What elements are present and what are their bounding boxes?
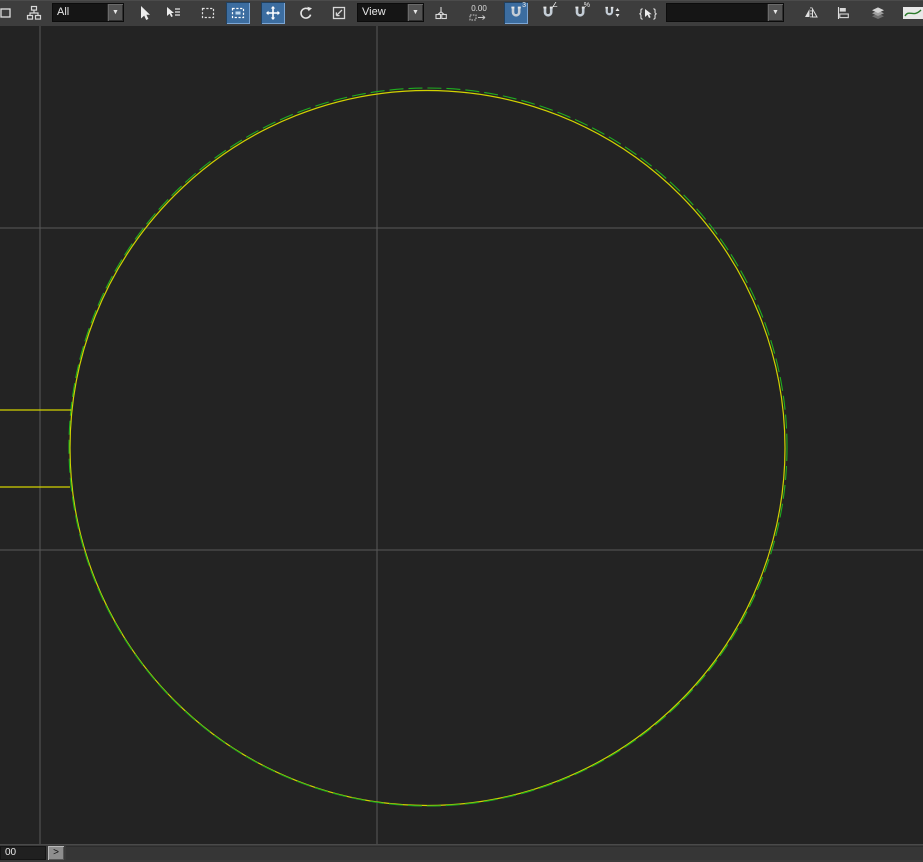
select-by-name-button[interactable] xyxy=(161,2,185,24)
toolbar-cropped-button[interactable] xyxy=(0,2,12,24)
cursor-arrow-icon xyxy=(141,6,150,20)
rotate-icon xyxy=(300,6,312,19)
main-toolbar: All ▼ View ▼ 0.00 3 ∠ % {} ▼ xyxy=(0,0,923,27)
application-window: All ▼ View ▼ 0.00 3 ∠ % {} ▼ 00 > xyxy=(0,0,923,862)
curve-editor-icon xyxy=(903,7,923,19)
coord-system-value: View xyxy=(362,6,386,18)
mirror-icon xyxy=(805,7,818,19)
layer-manager-button[interactable] xyxy=(866,2,890,24)
snaps-toggle-3d-button[interactable]: 3 xyxy=(504,2,528,24)
chevron-down-icon: ▼ xyxy=(772,9,779,16)
percent-snap-toggle-button[interactable]: % xyxy=(568,2,592,24)
dashed-rectangle-icon xyxy=(201,7,215,19)
select-and-rotate-button[interactable] xyxy=(294,2,318,24)
percent-snap-superscript: % xyxy=(583,2,590,9)
named-selection-dropdown[interactable]: ▼ xyxy=(666,3,784,22)
select-by-name-icon xyxy=(167,7,180,17)
mirror-button[interactable] xyxy=(799,2,823,24)
select-and-scale-button[interactable] xyxy=(327,2,351,24)
pivot-center-icon xyxy=(435,7,447,20)
brace-close-icon: } xyxy=(653,6,658,20)
window-crossing-toggle-button[interactable] xyxy=(226,2,250,24)
scale-icon xyxy=(332,6,346,20)
align-icon xyxy=(837,7,849,19)
prompt-button[interactable]: > xyxy=(48,846,64,860)
coord-system-dropdown-arrow[interactable]: ▼ xyxy=(407,4,423,21)
spinner-snap-toggle-button[interactable] xyxy=(600,2,624,24)
named-selection-dropdown-arrow[interactable]: ▼ xyxy=(767,4,783,21)
angle-snap-toggle-button[interactable]: ∠ xyxy=(536,2,560,24)
angle-snap-superscript: ∠ xyxy=(551,2,558,9)
reference-coordinate-system-dropdown[interactable]: View ▼ xyxy=(357,3,424,22)
selection-filter-dropdown-arrow[interactable]: ▼ xyxy=(107,4,123,21)
snap-3d-superscript: 3 xyxy=(522,2,526,9)
select-and-move-button[interactable] xyxy=(261,2,285,24)
viewport-canvas[interactable] xyxy=(0,26,923,845)
snap-offset-control[interactable]: 0.00 xyxy=(461,2,497,24)
move-arrows-icon xyxy=(266,6,280,20)
schematic-view-button[interactable] xyxy=(22,2,46,24)
status-bar: 00 > xyxy=(0,844,923,862)
cropped-square-icon xyxy=(0,8,11,18)
chevron-down-icon: ▼ xyxy=(412,9,419,16)
snap-offset-value: 0.00 xyxy=(471,4,487,13)
use-pivot-point-center-button[interactable] xyxy=(429,2,453,24)
align-button[interactable] xyxy=(831,2,855,24)
offset-snap-icon xyxy=(469,14,486,21)
status-bar-track xyxy=(66,846,923,860)
cursor-arrow-icon xyxy=(645,8,652,18)
layers-icon xyxy=(872,7,884,19)
named-selection-value xyxy=(667,4,767,21)
selection-filter-value: All xyxy=(57,6,70,18)
window-crossing-icon xyxy=(231,7,245,19)
chevron-down-icon: ▼ xyxy=(112,9,119,16)
rectangular-selection-region-button[interactable] xyxy=(196,2,220,24)
selection-filter-dropdown[interactable]: All ▼ xyxy=(52,3,124,22)
curve-editor-button[interactable] xyxy=(902,2,923,24)
select-object-button[interactable] xyxy=(133,2,157,24)
magnet-spinner-icon xyxy=(604,5,620,17)
named-selection-sets-button[interactable]: { } xyxy=(634,2,662,24)
status-numeric-field[interactable]: 00 xyxy=(0,846,46,860)
schematic-view-icon xyxy=(26,5,42,20)
